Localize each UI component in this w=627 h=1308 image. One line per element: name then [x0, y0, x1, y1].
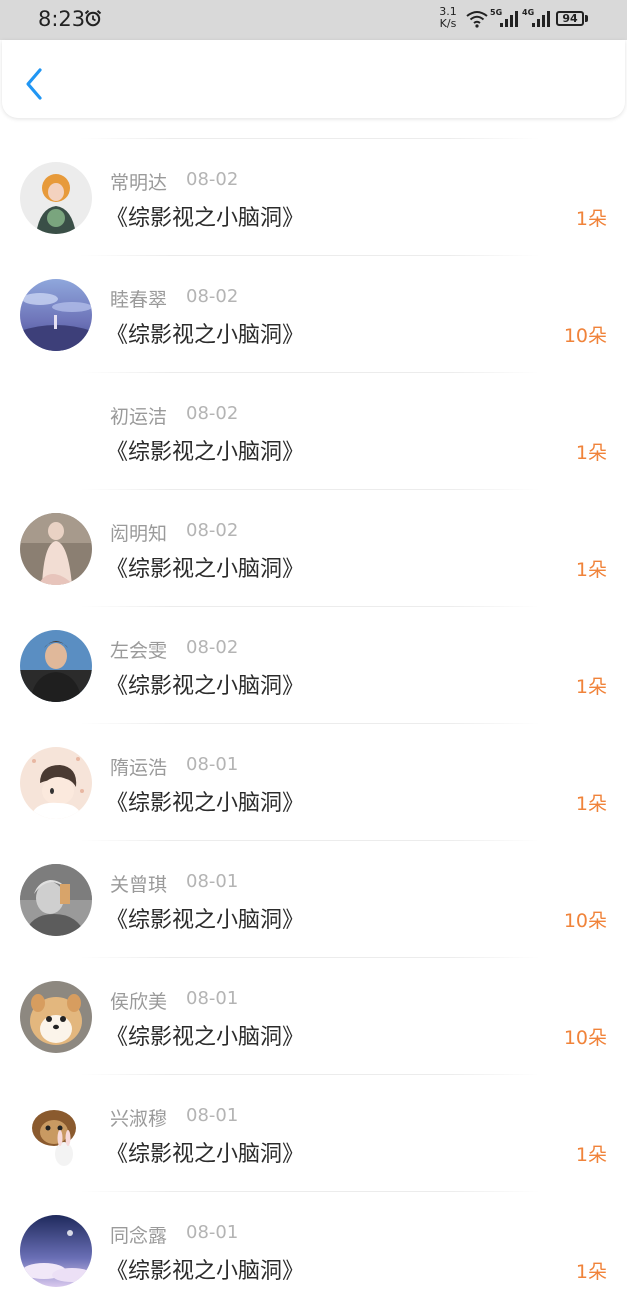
record-date: 08-02 [186, 520, 239, 541]
signal-bars-icon [532, 11, 550, 27]
list-item[interactable]: 隋运浩 08-01 《综影视之小脑洞》 1朵 [0, 723, 627, 840]
record-date: 08-01 [186, 871, 239, 892]
avatar[interactable] [20, 981, 92, 1053]
divider [80, 255, 540, 256]
list-item[interactable]: 左会雯 08-02 《综影视之小脑洞》 1朵 [0, 606, 627, 723]
book-title: 《综影视之小脑洞》 [106, 791, 305, 816]
list-item[interactable]: 睦春翠 08-02 《综影视之小脑洞》 10朵 [0, 255, 627, 372]
divider [80, 606, 540, 607]
wifi-icon [466, 10, 488, 28]
divider [80, 1074, 540, 1075]
list-item[interactable]: 闳明知 08-02 《综影视之小脑洞》 1朵 [0, 489, 627, 606]
nav-header [2, 40, 625, 118]
avatar[interactable] [20, 864, 92, 936]
user-name: 左会雯 [110, 640, 168, 662]
user-name: 兴淑穆 [110, 1108, 168, 1130]
divider [80, 723, 540, 724]
list-item[interactable]: 兴淑穆 08-01 《综影视之小脑洞》 1朵 [0, 1074, 627, 1191]
signal-5g: 5G [490, 8, 518, 29]
user-name: 常明达 [110, 172, 168, 194]
avatar[interactable] [20, 279, 92, 351]
record-date: 08-02 [186, 169, 239, 190]
book-title: 《综影视之小脑洞》 [106, 1025, 305, 1050]
flower-count: 1朵 [575, 442, 607, 464]
flower-count: 1朵 [575, 676, 607, 698]
back-button[interactable] [18, 64, 52, 104]
avatar[interactable] [20, 162, 92, 234]
flower-count: 1朵 [575, 208, 607, 230]
flower-count: 10朵 [563, 325, 607, 347]
user-name: 闳明知 [110, 523, 168, 545]
flower-count: 1朵 [575, 793, 607, 815]
divider [80, 489, 540, 490]
avatar[interactable] [20, 1215, 92, 1287]
list-item[interactable]: 关曾琪 08-01 《综影视之小脑洞》 10朵 [0, 840, 627, 957]
divider [80, 957, 540, 958]
record-date: 08-01 [186, 1105, 239, 1126]
record-date: 08-02 [186, 637, 239, 658]
divider [80, 1191, 540, 1192]
list-item[interactable]: 侯欣美 08-01 《综影视之小脑洞》 10朵 [0, 957, 627, 1074]
network-speed: 3.1 K/s [437, 6, 459, 30]
record-date: 08-01 [186, 754, 239, 775]
flower-count: 1朵 [575, 1144, 607, 1166]
book-title: 《综影视之小脑洞》 [106, 206, 305, 231]
flower-count: 10朵 [563, 910, 607, 932]
list-item[interactable]: 常明达 08-02 《综影视之小脑洞》 1朵 [0, 138, 627, 255]
user-name: 侯欣美 [110, 991, 168, 1013]
status-time: 8:23 [38, 7, 86, 31]
list-item[interactable]: 同念露 08-01 《综影视之小脑洞》 1朵 [0, 1191, 627, 1308]
user-name: 睦春翠 [110, 289, 168, 311]
divider [80, 372, 540, 373]
signal-4g: 4G [522, 8, 550, 29]
avatar[interactable] [20, 630, 92, 702]
record-date: 08-01 [186, 1222, 239, 1243]
book-title: 《综影视之小脑洞》 [106, 674, 305, 699]
gift-record-list: 常明达 08-02 《综影视之小脑洞》 1朵 睦春翠 08-02 《综影视之小脑… [0, 138, 627, 1308]
battery-level: 94 [556, 11, 584, 26]
signal-bars-icon [500, 11, 518, 27]
book-title: 《综影视之小脑洞》 [106, 1259, 305, 1284]
avatar[interactable] [20, 1098, 92, 1170]
divider [80, 138, 540, 139]
book-title: 《综影视之小脑洞》 [106, 557, 305, 582]
book-title: 《综影视之小脑洞》 [106, 1142, 305, 1167]
status-bar: 8:23 3.1 K/s 5G 4G 94 [0, 0, 627, 40]
flower-count: 1朵 [575, 559, 607, 581]
user-name: 同念露 [110, 1225, 168, 1247]
avatar[interactable] [20, 747, 92, 819]
divider [80, 840, 540, 841]
avatar[interactable] [20, 513, 92, 585]
book-title: 《综影视之小脑洞》 [106, 440, 305, 465]
list-item[interactable]: 初运洁 08-02 《综影视之小脑洞》 1朵 [0, 372, 627, 489]
user-name: 隋运浩 [110, 757, 168, 779]
user-name: 关曾琪 [110, 874, 168, 896]
alarm-clock-icon [84, 9, 102, 27]
record-date: 08-02 [186, 403, 239, 424]
record-date: 08-02 [186, 286, 239, 307]
flower-count: 10朵 [563, 1027, 607, 1049]
network-speed-unit: K/s [439, 17, 457, 30]
book-title: 《综影视之小脑洞》 [106, 908, 305, 933]
user-name: 初运洁 [110, 406, 168, 428]
chevron-left-icon [26, 68, 42, 100]
record-date: 08-01 [186, 988, 239, 1009]
battery-icon [585, 15, 588, 22]
book-title: 《综影视之小脑洞》 [106, 323, 305, 348]
